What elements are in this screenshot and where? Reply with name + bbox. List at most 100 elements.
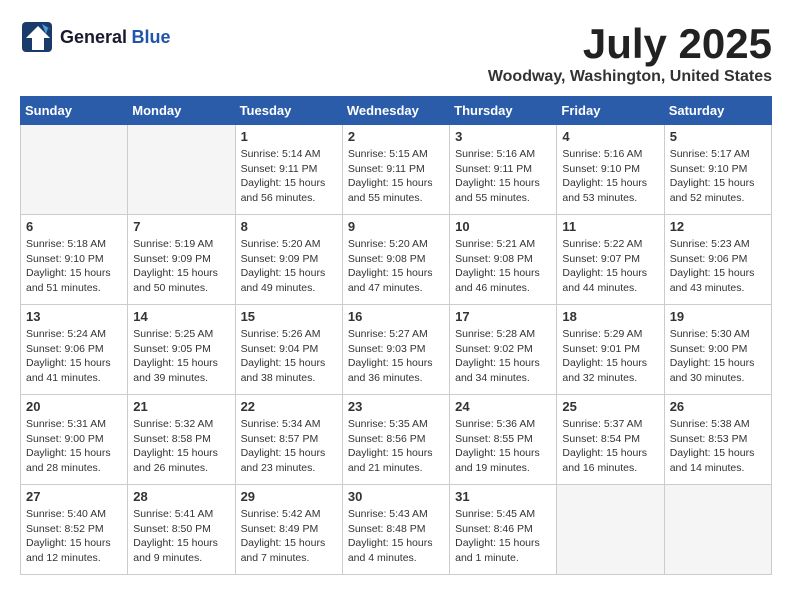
day-number: 11 bbox=[562, 219, 658, 234]
day-info: Sunrise: 5:28 AM Sunset: 9:02 PM Dayligh… bbox=[455, 327, 551, 386]
day-number: 25 bbox=[562, 399, 658, 414]
day-info: Sunrise: 5:43 AM Sunset: 8:48 PM Dayligh… bbox=[348, 507, 444, 566]
day-number: 21 bbox=[133, 399, 229, 414]
day-of-week-header: Thursday bbox=[450, 97, 557, 125]
day-number: 14 bbox=[133, 309, 229, 324]
day-number: 5 bbox=[670, 129, 766, 144]
day-info: Sunrise: 5:20 AM Sunset: 9:08 PM Dayligh… bbox=[348, 237, 444, 296]
day-info: Sunrise: 5:18 AM Sunset: 9:10 PM Dayligh… bbox=[26, 237, 122, 296]
calendar-day-cell: 8 Sunrise: 5:20 AM Sunset: 9:09 PM Daylig… bbox=[235, 215, 342, 305]
logo-icon bbox=[20, 20, 56, 56]
logo-blue: Blue bbox=[132, 27, 171, 47]
day-info: Sunrise: 5:23 AM Sunset: 9:06 PM Dayligh… bbox=[670, 237, 766, 296]
calendar-day-cell: 1 Sunrise: 5:14 AM Sunset: 9:11 PM Daylig… bbox=[235, 125, 342, 215]
calendar-week-row: 13Sunrise: 5:24 AM Sunset: 9:06 PM Dayli… bbox=[21, 305, 772, 395]
calendar-day-cell: 24 Sunrise: 5:36 AM Sunset: 8:55 PM Dayli… bbox=[450, 395, 557, 485]
day-info: Sunrise: 5:16 AM Sunset: 9:10 PM Dayligh… bbox=[562, 147, 658, 206]
calendar-day-cell: 31 Sunrise: 5:45 AM Sunset: 8:46 PM Dayli… bbox=[450, 485, 557, 575]
day-number: 7 bbox=[133, 219, 229, 234]
day-info: Sunrise: 5:30 AM Sunset: 9:00 PM Dayligh… bbox=[670, 327, 766, 386]
calendar-week-row: 6 Sunrise: 5:18 AM Sunset: 9:10 PM Daylig… bbox=[21, 215, 772, 305]
location: Woodway, Washington, United States bbox=[488, 68, 772, 86]
day-number: 22 bbox=[241, 399, 337, 414]
calendar-day-cell: 15Sunrise: 5:26 AM Sunset: 9:04 PM Dayli… bbox=[235, 305, 342, 395]
day-info: Sunrise: 5:26 AM Sunset: 9:04 PM Dayligh… bbox=[241, 327, 337, 386]
day-of-week-header: Sunday bbox=[21, 97, 128, 125]
day-number: 27 bbox=[26, 489, 122, 504]
calendar-day-cell: 16 Sunrise: 5:27 AM Sunset: 9:03 PM Dayli… bbox=[342, 305, 449, 395]
calendar-day-cell: 12 Sunrise: 5:23 AM Sunset: 9:06 PM Dayli… bbox=[664, 215, 771, 305]
day-number: 18 bbox=[562, 309, 658, 324]
day-info: Sunrise: 5:36 AM Sunset: 8:55 PM Dayligh… bbox=[455, 417, 551, 476]
day-number: 2 bbox=[348, 129, 444, 144]
calendar-week-row: 20Sunrise: 5:31 AM Sunset: 9:00 PM Dayli… bbox=[21, 395, 772, 485]
calendar-day-cell: 19 Sunrise: 5:30 AM Sunset: 9:00 PM Dayli… bbox=[664, 305, 771, 395]
calendar-day-cell: 25 Sunrise: 5:37 AM Sunset: 8:54 PM Dayli… bbox=[557, 395, 664, 485]
calendar-day-cell bbox=[664, 485, 771, 575]
day-number: 31 bbox=[455, 489, 551, 504]
calendar-day-cell: 30 Sunrise: 5:43 AM Sunset: 8:48 PM Dayli… bbox=[342, 485, 449, 575]
day-info: Sunrise: 5:20 AM Sunset: 9:09 PM Dayligh… bbox=[241, 237, 337, 296]
day-info: Sunrise: 5:42 AM Sunset: 8:49 PM Dayligh… bbox=[241, 507, 337, 566]
day-number: 1 bbox=[241, 129, 337, 144]
day-info: Sunrise: 5:15 AM Sunset: 9:11 PM Dayligh… bbox=[348, 147, 444, 206]
day-of-week-header: Saturday bbox=[664, 97, 771, 125]
day-of-week-header: Monday bbox=[128, 97, 235, 125]
day-info: Sunrise: 5:32 AM Sunset: 8:58 PM Dayligh… bbox=[133, 417, 229, 476]
day-info: Sunrise: 5:45 AM Sunset: 8:46 PM Dayligh… bbox=[455, 507, 551, 566]
calendar-day-cell: 18Sunrise: 5:29 AM Sunset: 9:01 PM Dayli… bbox=[557, 305, 664, 395]
calendar-day-cell: 17 Sunrise: 5:28 AM Sunset: 9:02 PM Dayli… bbox=[450, 305, 557, 395]
day-info: Sunrise: 5:37 AM Sunset: 8:54 PM Dayligh… bbox=[562, 417, 658, 476]
day-info: Sunrise: 5:17 AM Sunset: 9:10 PM Dayligh… bbox=[670, 147, 766, 206]
calendar-day-cell: 4 Sunrise: 5:16 AM Sunset: 9:10 PM Daylig… bbox=[557, 125, 664, 215]
calendar-header-row: SundayMondayTuesdayWednesdayThursdayFrid… bbox=[21, 97, 772, 125]
calendar-day-cell: 7Sunrise: 5:19 AM Sunset: 9:09 PM Daylig… bbox=[128, 215, 235, 305]
day-number: 8 bbox=[241, 219, 337, 234]
calendar-day-cell: 23 Sunrise: 5:35 AM Sunset: 8:56 PM Dayli… bbox=[342, 395, 449, 485]
calendar-week-row: 27 Sunrise: 5:40 AM Sunset: 8:52 PM Dayli… bbox=[21, 485, 772, 575]
calendar-day-cell: 10Sunrise: 5:21 AM Sunset: 9:08 PM Dayli… bbox=[450, 215, 557, 305]
day-of-week-header: Friday bbox=[557, 97, 664, 125]
day-number: 20 bbox=[26, 399, 122, 414]
day-number: 12 bbox=[670, 219, 766, 234]
calendar-day-cell: 29 Sunrise: 5:42 AM Sunset: 8:49 PM Dayli… bbox=[235, 485, 342, 575]
calendar-day-cell: 2 Sunrise: 5:15 AM Sunset: 9:11 PM Daylig… bbox=[342, 125, 449, 215]
day-number: 17 bbox=[455, 309, 551, 324]
day-info: Sunrise: 5:25 AM Sunset: 9:05 PM Dayligh… bbox=[133, 327, 229, 386]
day-number: 29 bbox=[241, 489, 337, 504]
calendar-day-cell: 22Sunrise: 5:34 AM Sunset: 8:57 PM Dayli… bbox=[235, 395, 342, 485]
calendar-day-cell bbox=[21, 125, 128, 215]
calendar-day-cell: 11 Sunrise: 5:22 AM Sunset: 9:07 PM Dayli… bbox=[557, 215, 664, 305]
calendar-day-cell bbox=[557, 485, 664, 575]
day-number: 6 bbox=[26, 219, 122, 234]
day-number: 30 bbox=[348, 489, 444, 504]
calendar-day-cell: 9 Sunrise: 5:20 AM Sunset: 9:08 PM Daylig… bbox=[342, 215, 449, 305]
calendar-day-cell: 6 Sunrise: 5:18 AM Sunset: 9:10 PM Daylig… bbox=[21, 215, 128, 305]
day-info: Sunrise: 5:40 AM Sunset: 8:52 PM Dayligh… bbox=[26, 507, 122, 566]
day-info: Sunrise: 5:38 AM Sunset: 8:53 PM Dayligh… bbox=[670, 417, 766, 476]
calendar-day-cell: 5 Sunrise: 5:17 AM Sunset: 9:10 PM Daylig… bbox=[664, 125, 771, 215]
day-info: Sunrise: 5:35 AM Sunset: 8:56 PM Dayligh… bbox=[348, 417, 444, 476]
day-number: 13 bbox=[26, 309, 122, 324]
day-of-week-header: Wednesday bbox=[342, 97, 449, 125]
day-number: 16 bbox=[348, 309, 444, 324]
day-number: 23 bbox=[348, 399, 444, 414]
day-info: Sunrise: 5:21 AM Sunset: 9:08 PM Dayligh… bbox=[455, 237, 551, 296]
day-of-week-header: Tuesday bbox=[235, 97, 342, 125]
page-header: General Blue July 2025 Woodway, Washingt… bbox=[20, 20, 772, 86]
day-number: 28 bbox=[133, 489, 229, 504]
title-area: July 2025 Woodway, Washington, United St… bbox=[488, 20, 772, 86]
calendar-day-cell: 20Sunrise: 5:31 AM Sunset: 9:00 PM Dayli… bbox=[21, 395, 128, 485]
day-info: Sunrise: 5:27 AM Sunset: 9:03 PM Dayligh… bbox=[348, 327, 444, 386]
day-number: 19 bbox=[670, 309, 766, 324]
day-info: Sunrise: 5:14 AM Sunset: 9:11 PM Dayligh… bbox=[241, 147, 337, 206]
day-number: 24 bbox=[455, 399, 551, 414]
month-title: July 2025 bbox=[488, 20, 772, 68]
day-number: 9 bbox=[348, 219, 444, 234]
day-info: Sunrise: 5:16 AM Sunset: 9:11 PM Dayligh… bbox=[455, 147, 551, 206]
calendar-day-cell: 3Sunrise: 5:16 AM Sunset: 9:11 PM Daylig… bbox=[450, 125, 557, 215]
day-info: Sunrise: 5:22 AM Sunset: 9:07 PM Dayligh… bbox=[562, 237, 658, 296]
calendar-day-cell: 28Sunrise: 5:41 AM Sunset: 8:50 PM Dayli… bbox=[128, 485, 235, 575]
day-number: 4 bbox=[562, 129, 658, 144]
day-number: 26 bbox=[670, 399, 766, 414]
